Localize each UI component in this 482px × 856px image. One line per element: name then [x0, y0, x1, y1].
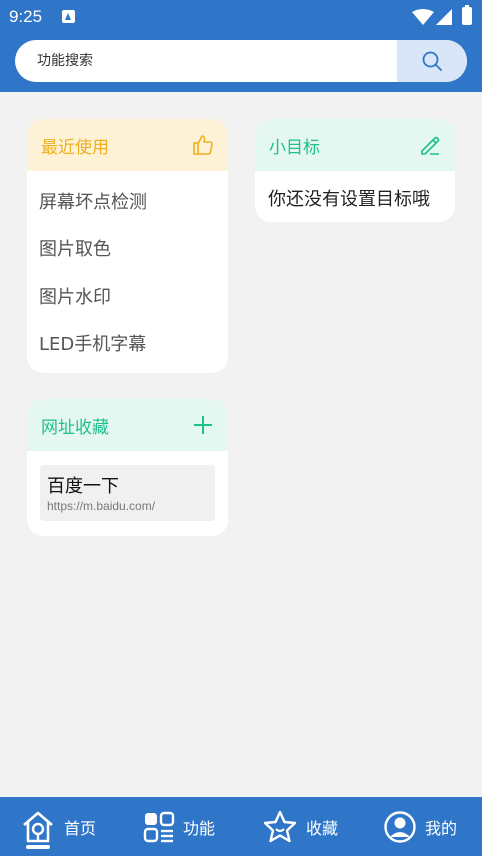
recent-item-color-picker[interactable]: 图片取色 — [39, 235, 111, 261]
home-icon — [23, 811, 53, 842]
nav-mine-label: 我的 — [425, 818, 458, 838]
star-icon — [263, 810, 297, 842]
thumbs-up-icon[interactable] — [192, 134, 214, 156]
search-icon — [422, 51, 442, 71]
nav-favorites[interactable]: 收藏 — [262, 797, 338, 856]
goal-card-title: 小目标 — [269, 137, 320, 158]
wifi-icon — [412, 9, 434, 25]
notification-icon — [62, 10, 75, 23]
nav-mine[interactable]: 我的 — [383, 797, 457, 856]
battery-icon — [462, 5, 472, 25]
favorites-card: 网址收藏 百度一下 https://m.baidu.com/ — [27, 399, 228, 536]
goal-card: 小目标 你还没有设置目标哦 — [255, 119, 455, 222]
nav-home-label: 首页 — [64, 818, 97, 838]
user-icon — [384, 810, 416, 843]
signal-icon — [436, 9, 452, 25]
status-bar: 9:25 — [0, 0, 482, 34]
goal-card-header: 小目标 — [255, 119, 455, 171]
recent-card-header: 最近使用 — [27, 119, 228, 171]
recent-card-title: 最近使用 — [41, 137, 109, 158]
recent-item-led-subtitle[interactable]: LED手机字幕 — [39, 330, 146, 356]
recent-card: 最近使用 屏幕坏点检测 图片取色 图片水印 LED手机字幕 — [27, 119, 228, 373]
recent-item-watermark[interactable]: 图片水印 — [39, 283, 111, 309]
grid-apps-icon — [143, 811, 175, 842]
favorite-site-title: 百度一下 — [47, 476, 119, 497]
search-bar — [15, 40, 467, 82]
favorites-card-header: 网址收藏 — [27, 399, 228, 451]
bottom-nav: 首页 功能 收藏 我的 — [0, 797, 482, 856]
nav-active-indicator — [26, 845, 50, 849]
nav-functions-label: 功能 — [183, 818, 216, 838]
favorite-site-item[interactable]: 百度一下 https://m.baidu.com/ — [40, 465, 215, 521]
status-time: 9:25 — [9, 7, 43, 26]
recent-item-dead-pixel[interactable]: 屏幕坏点检测 — [39, 188, 147, 214]
favorite-site-url: https://m.baidu.com/ — [47, 499, 156, 513]
app-header: 9:25 — [0, 0, 482, 92]
favorites-card-title: 网址收藏 — [41, 417, 109, 438]
search-button[interactable] — [397, 40, 467, 82]
edit-icon[interactable] — [419, 134, 441, 156]
nav-favorites-label: 收藏 — [306, 818, 339, 838]
goal-empty-text: 你还没有设置目标哦 — [268, 189, 430, 210]
search-input[interactable] — [15, 40, 397, 82]
add-icon[interactable] — [192, 414, 214, 436]
nav-functions[interactable]: 功能 — [143, 797, 215, 856]
